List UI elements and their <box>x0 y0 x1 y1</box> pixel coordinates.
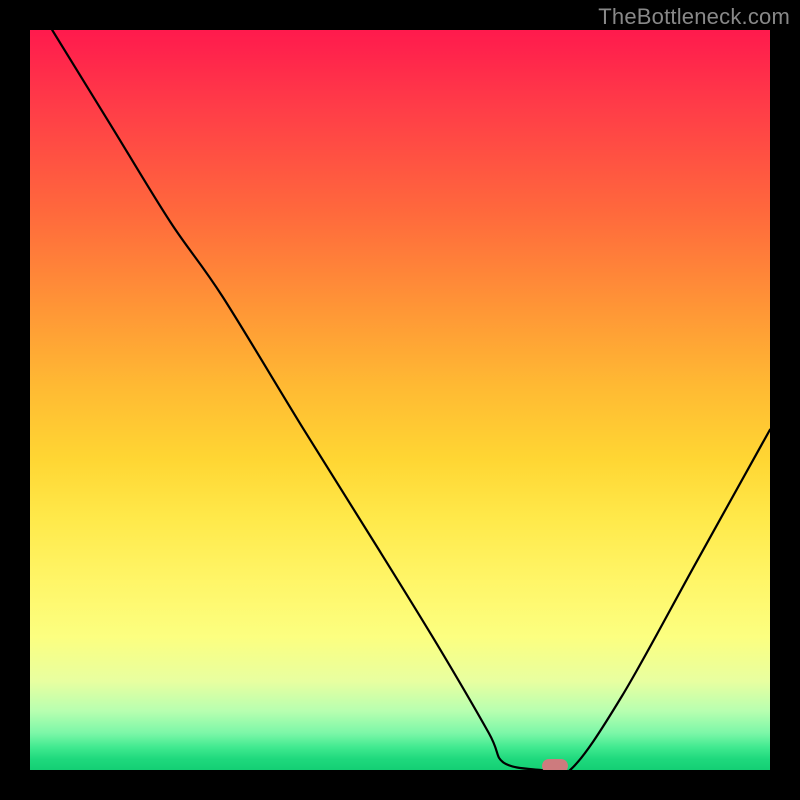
plot-area <box>30 30 770 770</box>
bottleneck-curve <box>30 30 770 770</box>
watermark-text: TheBottleneck.com <box>598 4 790 30</box>
optimal-marker <box>542 759 568 770</box>
chart-stage: TheBottleneck.com <box>0 0 800 800</box>
